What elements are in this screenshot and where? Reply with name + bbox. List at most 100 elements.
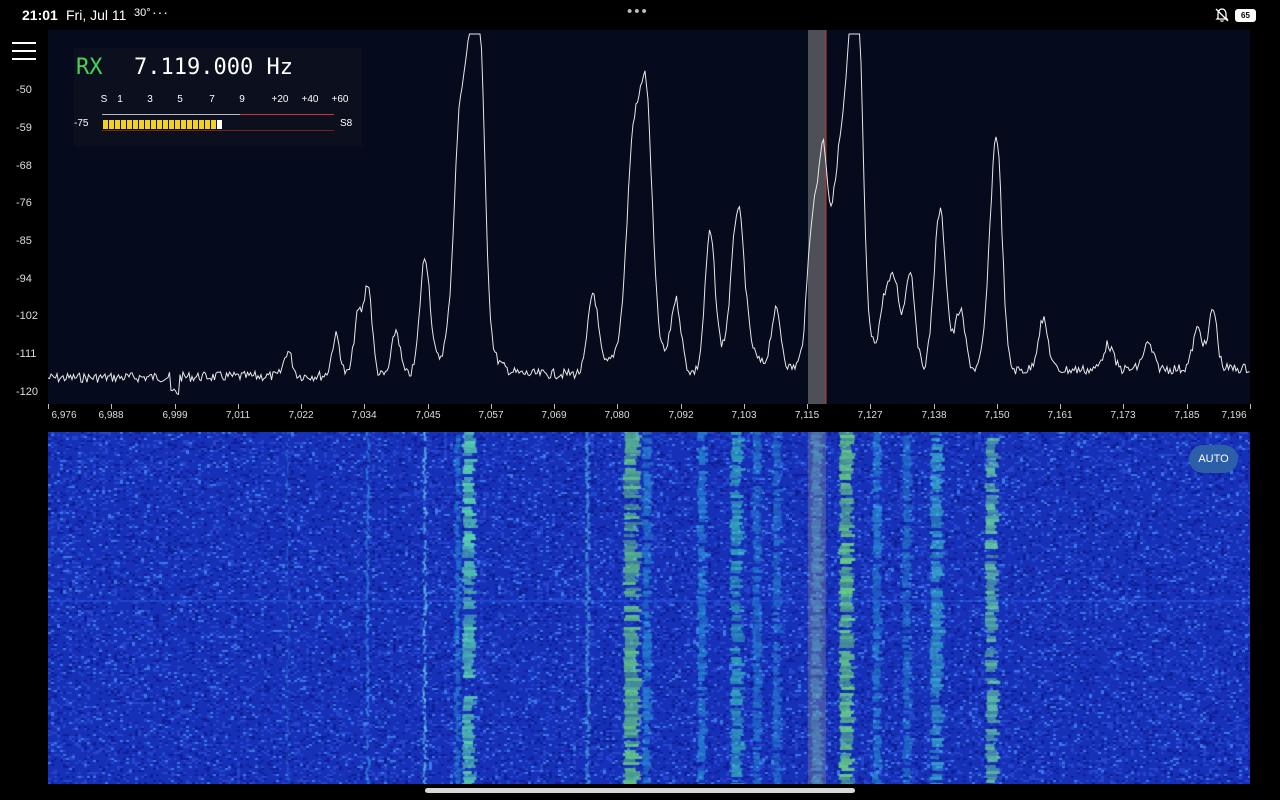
receiver-panel[interactable]: RX 7.119.000 Hz S 1 3 5 7 9 +20 +40 +60 -75 S8 <box>74 48 362 146</box>
y-tick-label: -94 <box>16 273 32 285</box>
smeter-bar <box>103 120 222 129</box>
smeter-segment <box>163 120 168 129</box>
x-tick <box>997 404 998 409</box>
y-tick-label: -120 <box>16 386 39 398</box>
smeter-baseline <box>102 130 334 131</box>
x-tick-label: 7,185 <box>1174 410 1200 421</box>
x-tick <box>870 404 871 409</box>
smeter-segment <box>145 120 150 129</box>
x-tick-label: 7,127 <box>857 410 883 421</box>
smeter-segment <box>175 120 180 129</box>
x-tick-label: 6,976 <box>51 410 77 421</box>
y-tick-label: -50 <box>16 84 32 96</box>
smeter-segment <box>193 120 198 129</box>
x-tick <box>1060 404 1061 409</box>
x-tick-label: 7,115 <box>794 410 820 421</box>
auto-button[interactable]: AUTO <box>1189 445 1238 473</box>
x-tick-label: 7,092 <box>668 410 694 421</box>
y-tick-label: -59 <box>16 122 32 134</box>
frequency-display[interactable]: 7.119.000 Hz <box>134 55 293 80</box>
smeter-scale-label: 7 <box>209 94 215 105</box>
smeter-scale-label: +20 <box>271 94 289 105</box>
smeter-segment <box>211 120 216 129</box>
smeter-segment <box>205 120 210 129</box>
battery-icon: 65 <box>1235 9 1256 22</box>
smeter-segment <box>199 120 204 129</box>
x-tick <box>934 404 935 409</box>
x-tick <box>491 404 492 409</box>
smeter-scale-label: 3 <box>147 94 153 105</box>
y-tick-label: -76 <box>16 197 32 209</box>
x-tick-label: 7,150 <box>984 410 1010 421</box>
smeter-scale: S 1 3 5 7 9 +20 +40 +60 <box>74 94 362 108</box>
x-tick-label: 7,196 <box>1221 410 1247 421</box>
smeter-segment <box>133 120 138 129</box>
x-tick-label: 7,011 <box>225 410 251 421</box>
bell-muted-icon <box>1215 8 1229 22</box>
x-tick <box>554 404 555 409</box>
x-tick-label: 7,034 <box>351 410 377 421</box>
x-tick <box>744 404 745 409</box>
smeter-segment <box>115 120 120 129</box>
x-tick <box>48 404 49 409</box>
smeter-segment <box>157 120 162 129</box>
y-tick-label: -111 <box>16 348 37 360</box>
x-tick-label: 6,988 <box>98 410 124 421</box>
x-tick <box>681 404 682 409</box>
x-tick-label: 7,103 <box>731 410 757 421</box>
x-tick <box>1187 404 1188 409</box>
x-tick-label: 7,161 <box>1047 410 1073 421</box>
x-tick <box>807 404 808 409</box>
x-tick <box>428 404 429 409</box>
spectrum-y-axis: -50 -59 -68 -76 -85 -94 -102 -111 -120 <box>0 30 44 410</box>
x-tick-label: 7,080 <box>604 410 630 421</box>
x-tick-label: 7,045 <box>415 410 441 421</box>
smeter-scale-label: 5 <box>177 94 183 105</box>
x-tick <box>175 404 176 409</box>
smeter-scale-label: +40 <box>301 94 319 105</box>
smeter-db-value: -75 <box>74 118 89 129</box>
home-indicator[interactable] <box>425 788 855 793</box>
smeter-segment <box>109 120 114 129</box>
x-tick <box>238 404 239 409</box>
y-tick-label: -102 <box>16 310 39 322</box>
smeter-segment <box>139 120 144 129</box>
status-time: 21:01 <box>22 7 58 23</box>
smeter-segment <box>181 120 186 129</box>
status-temperature: 30° <box>134 7 151 19</box>
smeter-segment <box>127 120 132 129</box>
status-date: Fri, Jul 11 <box>66 7 127 23</box>
smeter-scale-label: +60 <box>331 94 349 105</box>
smeter-segment <box>169 120 174 129</box>
smeter-scale-label: 9 <box>239 94 245 105</box>
x-tick <box>111 404 112 409</box>
smeter-segment <box>187 120 192 129</box>
spectrum-x-axis: 6,976 6,988 6,999 7,011 7,022 7,034 7,045 7,057… <box>48 404 1251 428</box>
x-tick-label: 7,069 <box>541 410 567 421</box>
smeter-segment <box>121 120 126 129</box>
smeter-reading: S8 <box>340 118 353 129</box>
smeter-scale-label: 1 <box>117 94 123 105</box>
x-tick-label: 6,999 <box>162 410 188 421</box>
y-tick-label: -68 <box>16 160 32 172</box>
window-options-icon[interactable]: ••• <box>627 3 649 20</box>
smeter-segment <box>151 120 156 129</box>
x-tick <box>1123 404 1124 409</box>
passband-highlight[interactable] <box>808 30 826 404</box>
rx-mode-label: RX <box>76 55 103 80</box>
x-tick-label: 7,173 <box>1110 410 1136 421</box>
waterfall-display[interactable] <box>48 432 1250 784</box>
status-more-icon: ··· <box>152 4 169 20</box>
smeter-segment <box>103 120 108 129</box>
x-tick <box>617 404 618 409</box>
smeter-scale-label: S <box>100 94 108 105</box>
smeter-segment <box>217 120 222 129</box>
x-tick <box>1250 404 1251 409</box>
status-bar: 21:01 Fri, Jul 11 30° ··· ••• 65 <box>0 0 1280 30</box>
x-tick <box>301 404 302 409</box>
y-tick-label: -85 <box>16 235 32 247</box>
x-tick-label: 7,138 <box>921 410 947 421</box>
smeter-scale-line-over <box>240 114 334 115</box>
x-tick-label: 7,022 <box>288 410 314 421</box>
x-tick-label: 7,057 <box>478 410 504 421</box>
